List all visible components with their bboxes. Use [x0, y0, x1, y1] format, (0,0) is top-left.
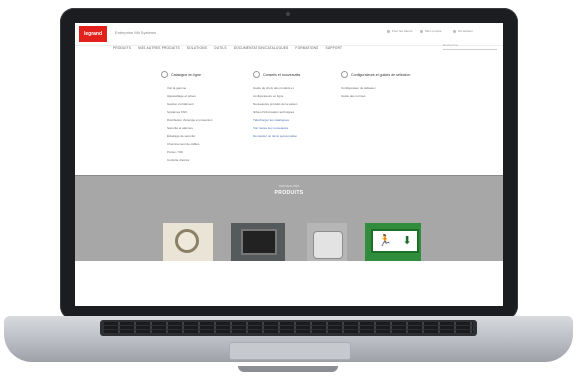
menu-link[interactable]: Guide des normes [341, 94, 410, 98]
nav-item-other-products[interactable]: NOS AUTRES PRODUITS [138, 46, 180, 50]
column-heading-label: Conseils et nouveautés [263, 72, 301, 77]
nav-item-support[interactable]: SUPPORT [325, 46, 342, 50]
trackpad [229, 342, 351, 360]
laptop-base [4, 316, 573, 362]
info-icon [253, 71, 260, 78]
arrow-down-icon: ⬇ [402, 234, 412, 247]
key-row [104, 322, 473, 325]
section-title: PRODUITS [274, 190, 304, 196]
menu-link[interactable]: Cheminement de câbles [161, 142, 212, 146]
menu-link[interactable]: Sécurité et alarmes [161, 126, 212, 130]
site-title: Enterprise Mit Systems [115, 30, 157, 35]
column-heading-label: Configurateurs et guides de sélection [351, 72, 411, 77]
menu-link[interactable]: Distribution d'énergie et protection [161, 118, 212, 122]
menu-text: configurateurs en ligne [253, 94, 284, 98]
menu-link[interactable]: Gestion du bâtiment [161, 102, 212, 106]
menu-link[interactable]: Configurateur de tableaux [341, 86, 410, 90]
utility-link-where-to-buy[interactable]: Où acheter [453, 29, 473, 33]
nav-item-tools[interactable]: OUTILS [214, 46, 227, 50]
config-icon [341, 71, 348, 78]
page-lower-area [75, 261, 503, 306]
key-row [104, 330, 473, 333]
menu-text: fiches d'information techniques [253, 110, 295, 114]
menu-link[interactable]: Contrôle d'accès [161, 158, 212, 162]
nav-item-products[interactable]: PRODUITS [113, 46, 131, 50]
utility-link-account[interactable]: Mon compte [420, 29, 442, 33]
brand-logo[interactable]: legrand [79, 26, 107, 42]
catalog-icon [161, 71, 168, 78]
menu-column-config: Configurateurs et guides de sélection Co… [341, 71, 410, 102]
browser-screen: legrand Enterprise Mit Systems Pour les … [75, 23, 503, 306]
menu-column-catalog: Catalogue en ligne Voir la gamme Apparei… [161, 71, 212, 166]
utility-label: Mon compte [425, 29, 442, 33]
divider [75, 175, 503, 176]
nav-item-documentation[interactable]: DOCUMENTATION/CATALOGUES [234, 46, 289, 50]
search-input[interactable]: Rechercher [443, 43, 497, 50]
product-card-touch-screen[interactable] [231, 223, 285, 261]
featured-products-band: NOUVEAUTÉS PRODUITS 🏃 ⬇ [75, 175, 503, 261]
main-nav: PRODUITS NOS AUTRES PRODUITS SOLUTIONS O… [113, 46, 342, 50]
keyboard [100, 320, 477, 336]
menu-text: Guide de choix des produits et [253, 86, 294, 90]
menu-link[interactable]: Télécharger les catalogues [253, 118, 300, 122]
menu-text: Nouveautés produits de la saison [253, 102, 298, 106]
running-man-icon: 🏃 [378, 234, 392, 247]
utility-label: Où acheter [458, 29, 473, 33]
column-heading[interactable]: Catalogue en ligne [161, 71, 212, 78]
menu-link[interactable]: Appareillage et prises [161, 94, 212, 98]
dial-icon [175, 229, 199, 253]
account-icon [420, 29, 423, 33]
utility-label: Pour les clients [392, 29, 413, 33]
menu-column-advice: Conseils et nouveautés Guide de choix de… [253, 71, 300, 142]
nav-item-training[interactable]: FORMATIONS [295, 46, 318, 50]
column-heading[interactable]: Configurateurs et guides de sélection [341, 71, 410, 78]
menu-link[interactable]: Systèmes KNX [161, 110, 212, 114]
webcam-icon [286, 12, 290, 16]
product-card-thermostat[interactable] [163, 223, 213, 261]
utility-link-clients[interactable]: Pour les clients [387, 29, 412, 33]
site-header: legrand Enterprise Mit Systems Pour les … [75, 23, 503, 46]
mega-menu: Catalogue en ligne Voir la gamme Apparei… [75, 59, 503, 171]
location-icon [453, 29, 456, 33]
nav-item-solutions[interactable]: SOLUTIONS [187, 46, 207, 50]
menu-link[interactable]: Voir toutes les nouveautés [253, 126, 300, 130]
key-row [104, 326, 473, 329]
menu-link[interactable]: Éclairage de sécurité [161, 134, 212, 138]
laptop-foot [238, 366, 338, 372]
menu-link[interactable]: Portes / VDI [161, 150, 212, 154]
column-heading[interactable]: Conseils et nouveautés [253, 71, 300, 78]
exit-sign-icon: 🏃 ⬇ [371, 229, 419, 253]
product-card-exit-sign[interactable]: 🏃 ⬇ [365, 223, 421, 261]
menu-link[interactable]: Demander un devis personnalisé [253, 134, 300, 138]
module-icon [313, 231, 343, 259]
section-kicker: NOUVEAUTÉS [278, 184, 300, 188]
menu-link[interactable]: Voir la gamme [161, 86, 212, 90]
user-icon [387, 29, 390, 33]
column-heading-label: Catalogue en ligne [171, 72, 201, 77]
screen-icon [241, 229, 277, 255]
product-card-module[interactable] [307, 223, 347, 261]
